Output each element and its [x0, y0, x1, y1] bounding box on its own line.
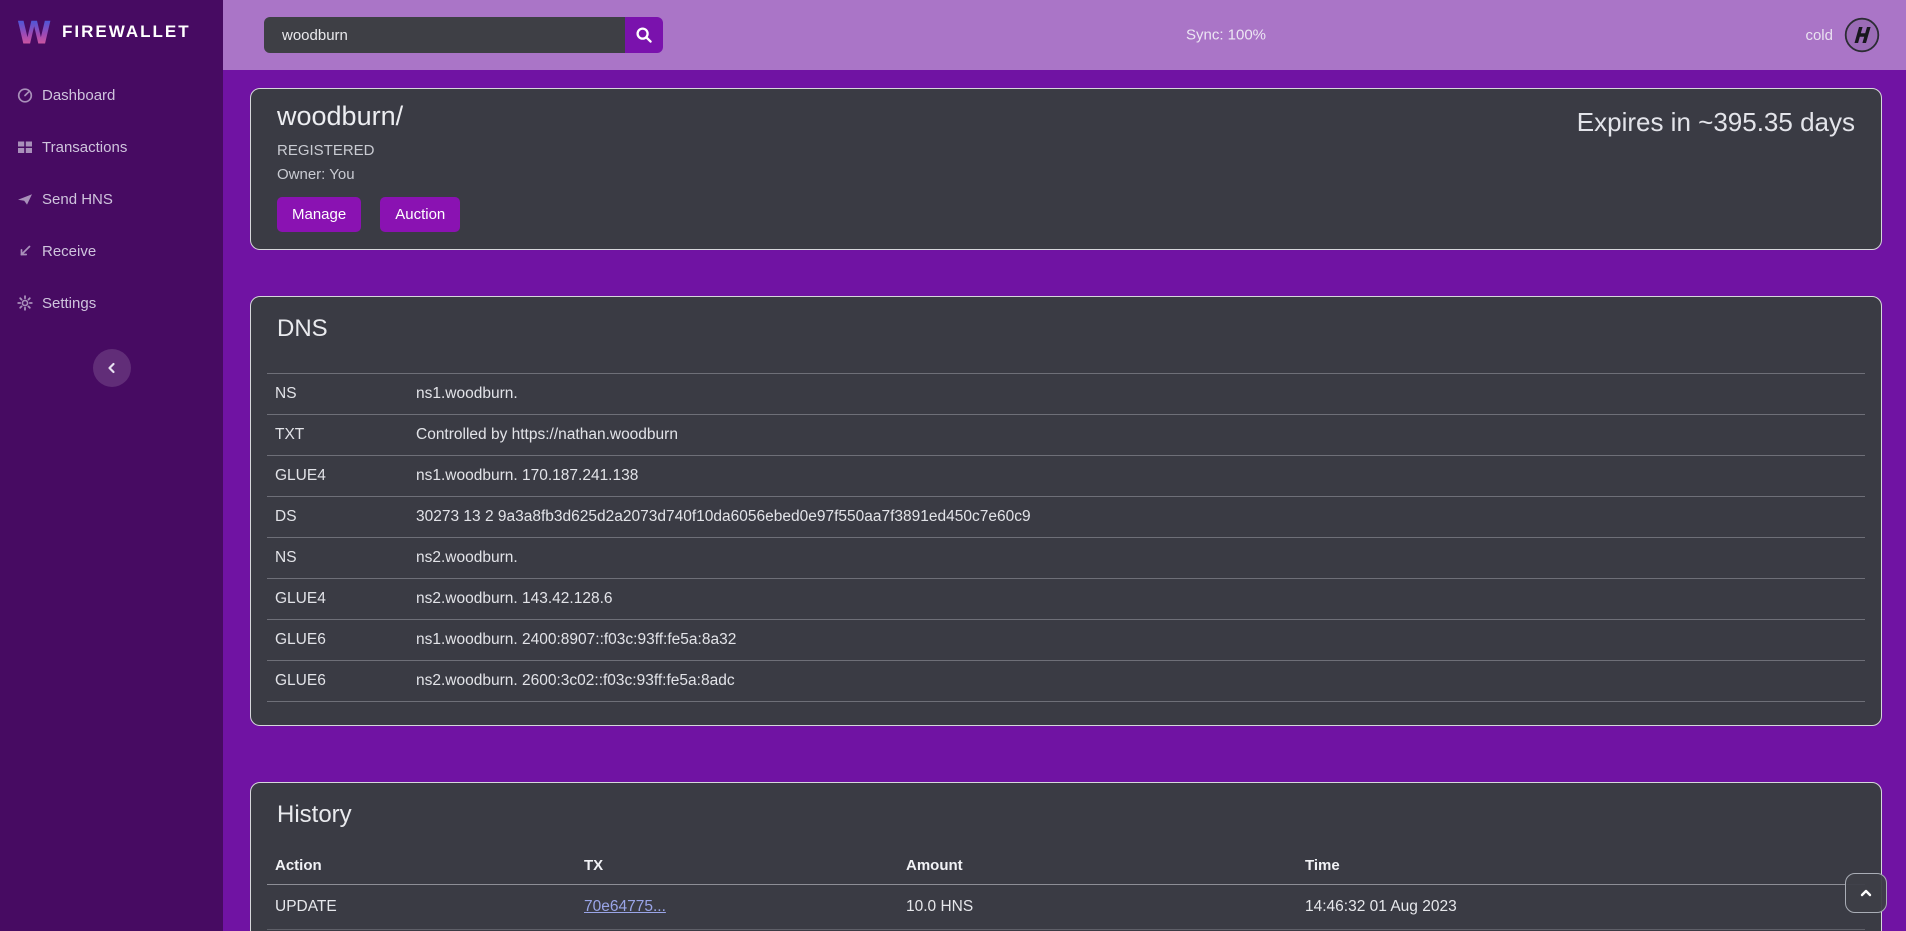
table-icon: [17, 139, 33, 155]
table-row: DS 30273 13 2 9a3a8fb3d625d2a2073d740f10…: [267, 497, 1865, 538]
dns-card: DNS NS ns1.woodburn. TXT Controlled by h…: [250, 296, 1882, 726]
dns-record-type: GLUE6: [267, 620, 416, 661]
sidebar-item-send-hns[interactable]: Send HNS: [0, 182, 223, 216]
app-title: FIREWALLET: [62, 22, 191, 42]
dns-record-type: DS: [267, 497, 416, 538]
search-icon: [635, 26, 653, 44]
table-row: NS ns2.woodburn.: [267, 538, 1865, 579]
column-header-time: Time: [1297, 847, 1865, 885]
dns-record-value: ns2.woodburn. 2600:3c02::f03c:93ff:fe5a:…: [416, 661, 1865, 702]
sidebar: W FIREWALLET Dashboard Transactions Send…: [0, 0, 223, 931]
history-time: 14:46:32 01 Aug 2023: [1297, 885, 1865, 930]
wallet-name: cold: [1805, 27, 1833, 44]
dns-table: NS ns1.woodburn. TXT Controlled by https…: [267, 373, 1865, 702]
search-input[interactable]: [264, 17, 625, 53]
dns-record-type: NS: [267, 538, 416, 579]
firewallet-logo-icon: W: [17, 13, 51, 51]
sidebar-item-label: Dashboard: [42, 87, 115, 104]
auction-button[interactable]: Auction: [380, 197, 460, 232]
table-row: NS ns1.woodburn.: [267, 374, 1865, 415]
tx-link[interactable]: 70e64775...: [584, 898, 666, 915]
domain-actions: Manage Auction: [277, 197, 1855, 232]
dns-card-title: DNS: [267, 309, 1865, 357]
dns-record-value: 30273 13 2 9a3a8fb3d625d2a2073d740f10da6…: [416, 497, 1865, 538]
send-icon: [17, 191, 33, 207]
sidebar-item-transactions[interactable]: Transactions: [0, 130, 223, 164]
history-table: Action TX Amount Time UPDATE 70e64775...…: [267, 847, 1865, 931]
svg-text:W: W: [17, 15, 51, 51]
history-action: UPDATE: [267, 885, 576, 930]
dashboard-icon: [17, 87, 33, 103]
table-row: GLUE4 ns2.woodburn. 143.42.128.6: [267, 579, 1865, 620]
dns-record-type: GLUE4: [267, 456, 416, 497]
sidebar-nav: Dashboard Transactions Send HNS Receive: [0, 78, 223, 320]
dns-record-type: NS: [267, 374, 416, 415]
scroll-to-top-button[interactable]: [1845, 873, 1887, 913]
brand[interactable]: W FIREWALLET: [0, 0, 223, 55]
history-amount: 10.0 HNS: [898, 885, 1297, 930]
gear-icon: [17, 295, 33, 311]
domain-card: woodburn/ REGISTERED Owner: You Manage A…: [250, 88, 1882, 250]
column-header-tx: TX: [576, 847, 898, 885]
sidebar-item-label: Settings: [42, 295, 96, 312]
sidebar-collapse-button[interactable]: [93, 349, 131, 387]
receive-icon: [17, 243, 33, 259]
handshake-icon[interactable]: [1844, 17, 1880, 53]
sidebar-item-label: Receive: [42, 243, 96, 260]
main-content: woodburn/ REGISTERED Owner: You Manage A…: [223, 70, 1906, 931]
sidebar-item-settings[interactable]: Settings: [0, 286, 223, 320]
dns-record-value: ns1.woodburn. 2400:8907::f03c:93ff:fe5a:…: [416, 620, 1865, 661]
column-header-action: Action: [267, 847, 576, 885]
dns-record-value: ns1.woodburn. 170.187.241.138: [416, 456, 1865, 497]
table-row: GLUE6 ns2.woodburn. 2600:3c02::f03c:93ff…: [267, 661, 1865, 702]
table-row: UPDATE 70e64775... 10.0 HNS 14:46:32 01 …: [267, 885, 1865, 930]
dns-record-type: TXT: [267, 415, 416, 456]
dns-record-value: ns2.woodburn.: [416, 538, 1865, 579]
chevron-left-icon: [104, 360, 120, 376]
manage-button[interactable]: Manage: [277, 197, 361, 232]
expires-label: Expires in ~395.35 days: [1577, 107, 1855, 138]
dns-record-type: GLUE6: [267, 661, 416, 702]
column-header-amount: Amount: [898, 847, 1297, 885]
domain-status: REGISTERED: [277, 142, 1855, 159]
history-card-title: History: [267, 795, 1865, 843]
wallet-indicator: cold: [1805, 17, 1880, 53]
history-card: History Action TX Amount Time UPDATE 70e…: [250, 782, 1882, 931]
dns-record-value: ns2.woodburn. 143.42.128.6: [416, 579, 1865, 620]
domain-owner: Owner: You: [277, 166, 1855, 183]
dns-record-value: Controlled by https://nathan.woodburn: [416, 415, 1865, 456]
table-header-row: Action TX Amount Time: [267, 847, 1865, 885]
topbar: Sync: 100% cold: [223, 0, 1906, 70]
search-button[interactable]: [625, 17, 663, 53]
sidebar-item-dashboard[interactable]: Dashboard: [0, 78, 223, 112]
chevron-up-icon: [1858, 885, 1874, 901]
sidebar-item-label: Send HNS: [42, 191, 113, 208]
dns-record-type: GLUE4: [267, 579, 416, 620]
table-row: GLUE6 ns1.woodburn. 2400:8907::f03c:93ff…: [267, 620, 1865, 661]
table-row: TXT Controlled by https://nathan.woodbur…: [267, 415, 1865, 456]
sidebar-item-receive[interactable]: Receive: [0, 234, 223, 268]
table-row: GLUE4 ns1.woodburn. 170.187.241.138: [267, 456, 1865, 497]
sync-status: Sync: 100%: [1186, 27, 1266, 44]
search-bar: [264, 17, 663, 53]
sidebar-item-label: Transactions: [42, 139, 127, 156]
dns-record-value: ns1.woodburn.: [416, 374, 1865, 415]
